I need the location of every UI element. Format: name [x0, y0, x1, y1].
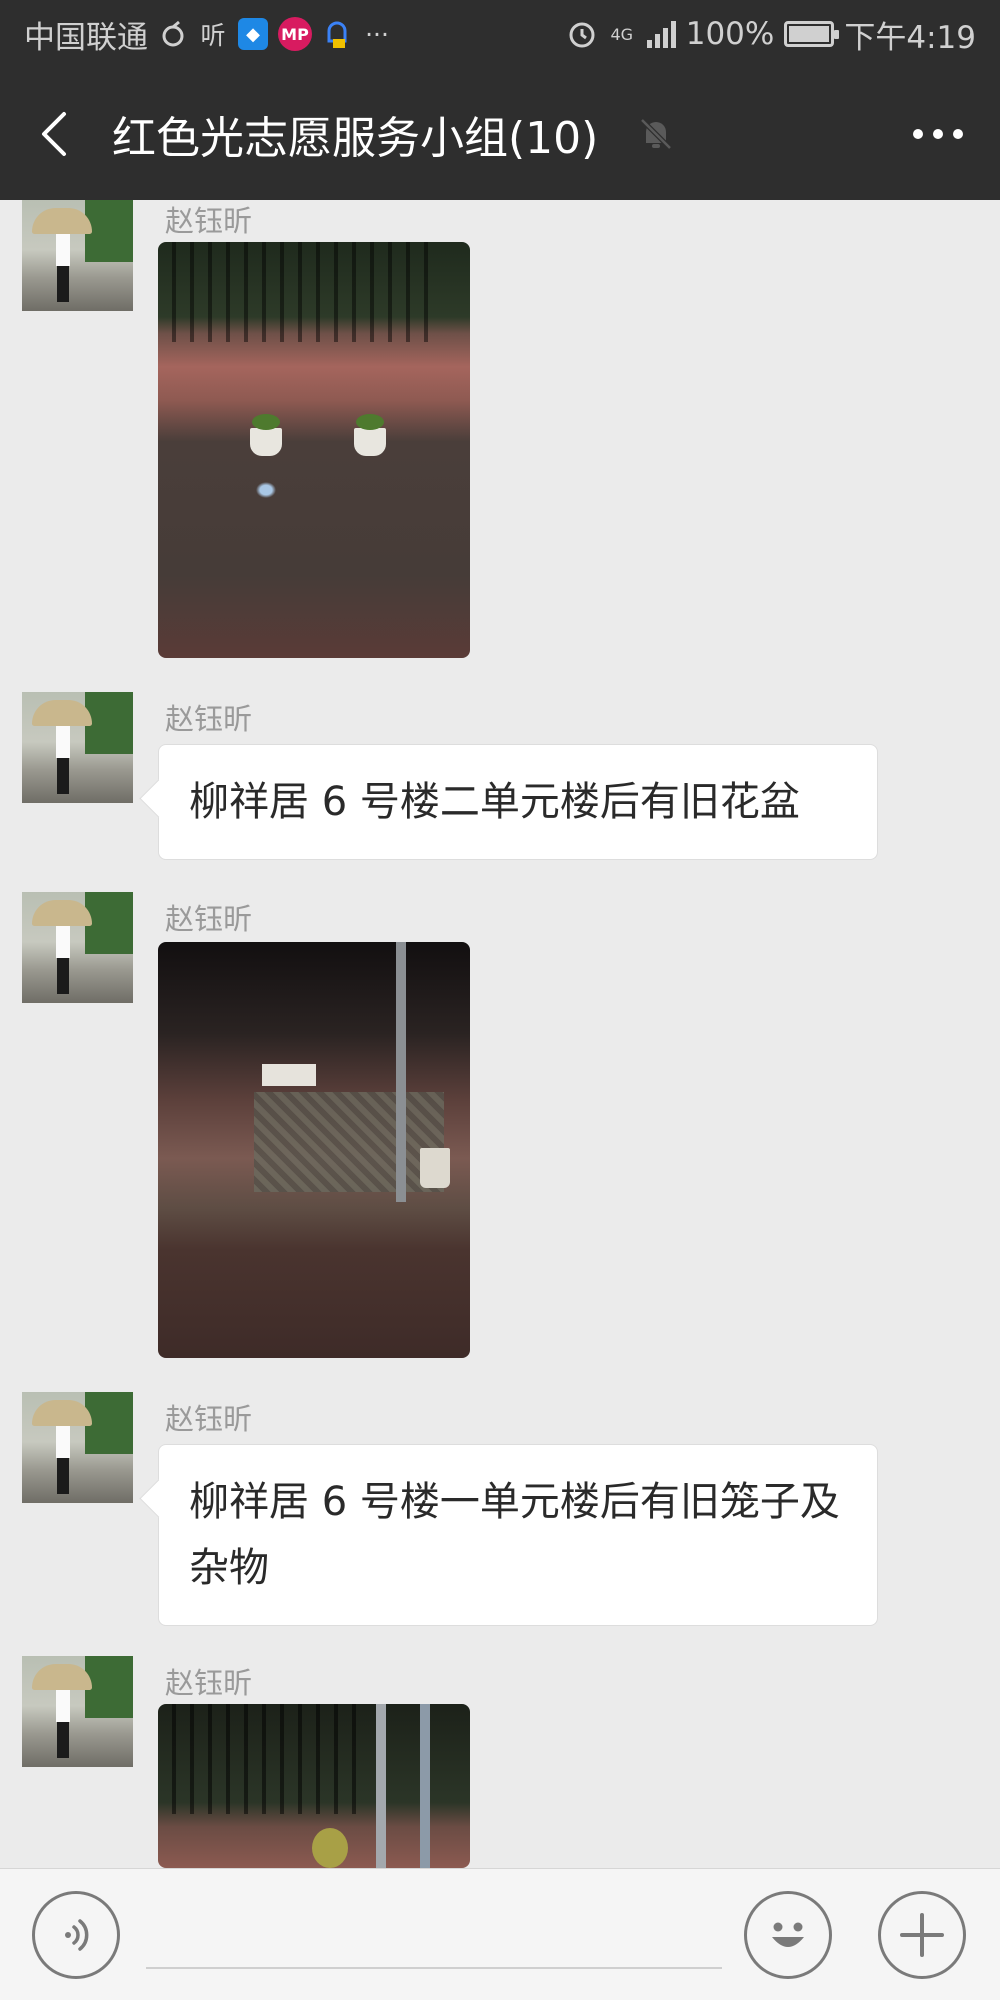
- sync-icon: [158, 17, 188, 51]
- back-button[interactable]: [28, 104, 88, 164]
- carrier-label: 中国联通: [24, 19, 148, 56]
- sender-name: 赵钰昕: [165, 702, 253, 736]
- clock: 下午4:19: [844, 19, 976, 56]
- battery-icon: [784, 21, 840, 47]
- sender-name: 赵钰昕: [165, 204, 253, 238]
- avatar[interactable]: [22, 892, 133, 1003]
- bell-app-icon: [322, 17, 352, 51]
- voice-icon: [65, 1919, 89, 1951]
- message-list[interactable]: 赵钰昕 赵钰昕 柳祥居 6 号楼二单元楼后有旧花盆 赵钰昕 赵钰昕 柳祥居 6 …: [0, 200, 1000, 1868]
- more-dots-icon: [913, 129, 963, 139]
- emoji-button[interactable]: [744, 1891, 832, 1979]
- chat-title: 红色光志愿服务小组(10): [112, 113, 599, 164]
- mp-app-icon: MP: [278, 17, 312, 51]
- sender-name: 赵钰昕: [165, 902, 253, 936]
- sender-name: 赵钰昕: [165, 1402, 253, 1436]
- network-type-label: 4G: [610, 24, 634, 44]
- mute-bell-icon: [636, 114, 676, 154]
- shield-app-icon: ◆: [238, 18, 268, 50]
- message-image[interactable]: [158, 942, 470, 1358]
- message-text-input[interactable]: [146, 1899, 722, 1969]
- message-bubble[interactable]: 柳祥居 6 号楼一单元楼后有旧笼子及杂物: [158, 1444, 878, 1626]
- status-bar-left: 中国联通 听 ◆ MP ···: [24, 0, 392, 68]
- message-bubble[interactable]: 柳祥居 6 号楼二单元楼后有旧花盆: [158, 744, 878, 860]
- chat-header: 红色光志愿服务小组(10): [0, 68, 1000, 200]
- ting-app-icon: 听: [200, 21, 226, 50]
- message-image[interactable]: [158, 242, 470, 658]
- plus-icon: [900, 1913, 944, 1957]
- battery-percent: 100%: [685, 16, 775, 52]
- status-bar-right: 4G 100% 下午4:19: [567, 0, 976, 68]
- chat-input-bar: [0, 1868, 1000, 2000]
- status-bar: 中国联通 听 ◆ MP ··· 4G 100% 下午4:19: [0, 0, 1000, 68]
- battery-fill: [789, 26, 830, 42]
- avatar[interactable]: [22, 1656, 133, 1767]
- signal-icon: [646, 20, 676, 48]
- more-dots-icon: ···: [365, 19, 389, 49]
- voice-input-button[interactable]: [32, 1891, 120, 1979]
- message-image[interactable]: [158, 1704, 470, 1868]
- alarm-icon: [567, 17, 597, 51]
- more-options-button[interactable]: [908, 114, 968, 154]
- avatar[interactable]: [22, 200, 133, 311]
- avatar[interactable]: [22, 692, 133, 803]
- more-functions-button[interactable]: [878, 1891, 966, 1979]
- avatar[interactable]: [22, 1392, 133, 1503]
- chevron-left-icon: [42, 112, 66, 156]
- smiley-icon: [772, 1922, 804, 1947]
- sender-name: 赵钰昕: [165, 1666, 253, 1700]
